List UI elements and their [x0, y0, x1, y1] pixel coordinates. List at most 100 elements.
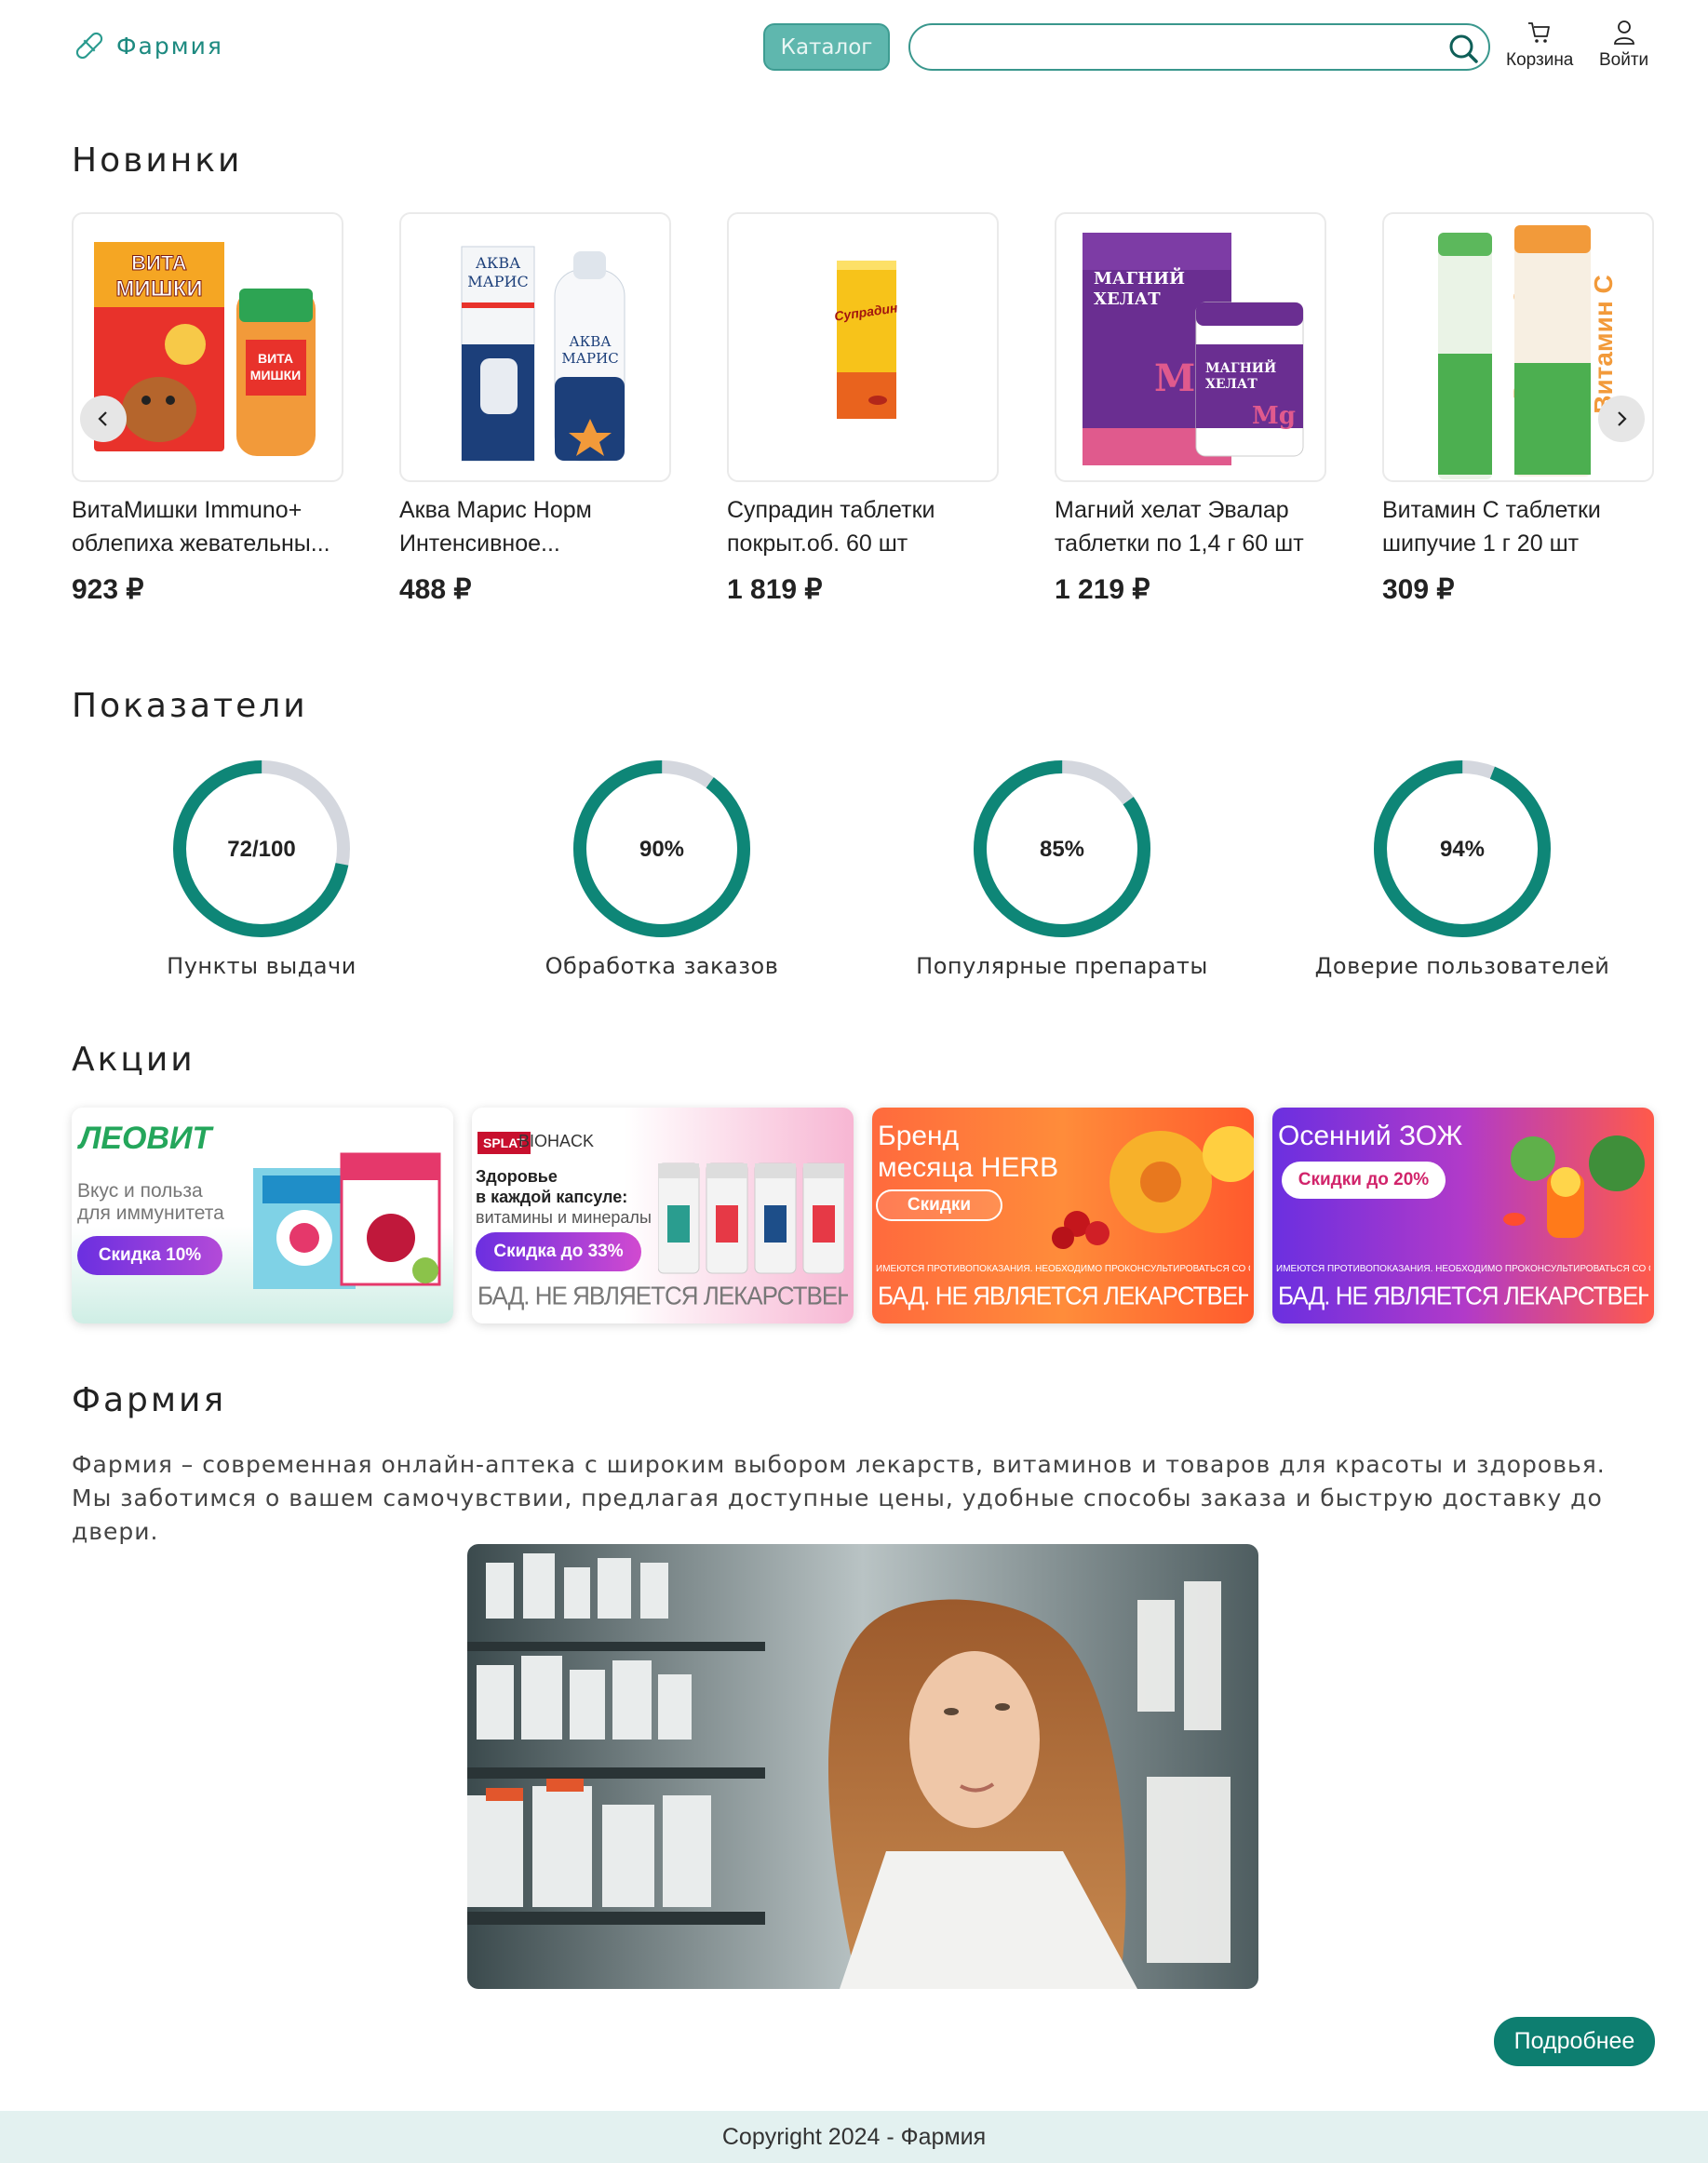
svg-text:МИШКИ: МИШКИ: [250, 368, 301, 383]
about-text: Фармия – современная онлайн-аптека с шир…: [72, 1451, 1606, 1545]
login-label: Войти: [1599, 50, 1649, 70]
chevron-left-icon: [98, 411, 107, 426]
promos-title: Акции: [72, 1041, 195, 1079]
svg-text:АКВА: АКВА: [476, 254, 520, 272]
user-icon: [1613, 20, 1634, 45]
progress-ring: 72/100: [173, 760, 350, 937]
promo-badge: Скидки до 20%: [1282, 1162, 1446, 1199]
stat-card: 90% Обработка заказов: [504, 756, 820, 979]
product-image[interactable]: ВИТА МИШКИ ВИТА МИШКИ: [72, 212, 343, 482]
product-name[interactable]: Аква Марис Норм Интенсивное...: [399, 493, 671, 560]
stat-value: 72/100: [227, 837, 295, 862]
promo-line: месяца HERB: [878, 1152, 1059, 1183]
search-input[interactable]: [929, 33, 1413, 62]
svg-text:МАГНИЙ: МАГНИЙ: [1094, 266, 1185, 289]
product-image[interactable]: АКВА МАРИС АКВА МАРИС: [399, 212, 671, 482]
promo-badge: Скидка до 33%: [476, 1232, 641, 1271]
product-price: 488 ₽: [399, 574, 472, 605]
product-name[interactable]: Супрадин таблетки покрыт.об. 60 шт: [727, 493, 999, 560]
stat-value: 85%: [1040, 837, 1084, 862]
promo-banner-zoj[interactable]: Осенний ЗОЖ Скидки до 20% ИМЕЮТСЯ ПРОТИВ…: [1272, 1108, 1654, 1323]
svg-text:Витамин С: Витамин С: [1589, 275, 1618, 414]
promo-banner-herb[interactable]: Бренд месяца HERB Скидки ИМЕЮТСЯ ПРОТИВО…: [872, 1108, 1254, 1323]
progress-ring: 90%: [573, 760, 750, 937]
promo-banner-biohack[interactable]: SPLAT BIOHACK Здоровье в каждой капсуле:…: [472, 1108, 854, 1323]
promo-disclaimer: БАД. НЕ ЯВЛЯЕТСЯ ЛЕКАРСТВЕННЫМ СРЕДСТВОМ: [1278, 1281, 1648, 1310]
promo-product-art: [658, 1162, 844, 1274]
svg-text:МАГНИЙ: МАГНИЙ: [1205, 358, 1276, 376]
promo-line: в каждой капсуле:: [476, 1188, 628, 1206]
search-bar: [908, 23, 1490, 71]
promo-line: Осенний ЗОЖ: [1278, 1121, 1463, 1151]
promo-brand: BIOHACK: [518, 1132, 595, 1150]
product-name[interactable]: ВитаМишки Immuno+ облепиха жевательны...: [72, 493, 343, 560]
svg-text:Mg: Mg: [1252, 402, 1296, 430]
promo-product-art: [253, 1152, 441, 1289]
product-name[interactable]: Магний хелат Эвалар таблетки по 1,4 г 60…: [1055, 493, 1326, 560]
product-card[interactable]: Супрадин Супрадин таблетки покрыт.об. 60…: [727, 212, 999, 606]
promo-line: Вкус и польза: [77, 1180, 203, 1202]
stats-title: Показатели: [72, 687, 308, 725]
stat-label: Пункты выдачи: [167, 953, 356, 979]
svg-text:АКВА: АКВА: [569, 333, 612, 350]
progress-ring: 94%: [1374, 760, 1551, 937]
product-image[interactable]: МАГНИЙ ХЕЛАТ Mg МАГНИЙ ХЕЛАТ Mg: [1055, 212, 1326, 482]
footer: Copyright 2024 - Фармия: [0, 2111, 1708, 2163]
about-title: Фармия: [72, 1381, 227, 1419]
product-price: 309 ₽: [1382, 574, 1455, 605]
carousel-prev-button[interactable]: [80, 396, 127, 442]
login-link[interactable]: Войти: [1599, 19, 1648, 71]
product-card[interactable]: АКВА МАРИС АКВА МАРИС Аква Марис Норм Ин…: [399, 212, 671, 606]
product-image[interactable]: Витамин С Витамин С: [1382, 212, 1654, 482]
promo-badge: Скидки: [876, 1189, 1002, 1221]
svg-text:МАРИС: МАРИС: [561, 350, 618, 367]
promo-line: Бренд: [878, 1121, 960, 1151]
product-price: 923 ₽: [72, 574, 144, 605]
promo-badge: Скидка 10%: [77, 1236, 222, 1275]
more-button[interactable]: Подробнее: [1494, 2017, 1655, 2066]
promo-line: витамины и минералы: [476, 1208, 652, 1227]
promo-warning: ИМЕЮТСЯ ПРОТИВОПОКАЗАНИЯ. НЕОБХОДИМО ПРО…: [876, 1264, 1250, 1274]
promo-disclaimer: БАД. НЕ ЯВЛЯЕТСЯ ЛЕКАРСТВЕННЫМ СРЕДСТВОМ: [477, 1281, 848, 1310]
promo-banner-leovit[interactable]: ЛЕОВИТ Вкус и польза для иммунитета Скид…: [72, 1108, 453, 1323]
promo-line: Здоровье: [476, 1167, 558, 1186]
progress-ring: 85%: [974, 760, 1150, 937]
carousel-next-button[interactable]: [1598, 396, 1645, 442]
stat-value: 94%: [1440, 837, 1485, 862]
cart-label: Корзина: [1506, 50, 1574, 70]
logo[interactable]: Фармия: [72, 28, 223, 63]
cart-link[interactable]: Корзина: [1506, 19, 1573, 71]
pill-logo-icon: [75, 32, 103, 60]
stat-value: 90%: [639, 837, 684, 862]
stat-card: 85% Популярные препараты: [904, 756, 1220, 979]
pharmacy-photo: [467, 1544, 1258, 1989]
chevron-right-icon: [1618, 411, 1627, 426]
promo-warning: ИМЕЮТСЯ ПРОТИВОПОКАЗАНИЯ. НЕОБХОДИМО ПРО…: [1276, 1264, 1650, 1274]
promo-disclaimer: БАД. НЕ ЯВЛЯЕТСЯ ЛЕКАРСТВЕННЫМ СРЕДСТВОМ: [878, 1281, 1248, 1310]
stat-label: Обработка заказов: [545, 953, 779, 979]
site-header: Фармия Каталог Корзина Войти: [0, 0, 1708, 93]
svg-text:МАРИС: МАРИС: [467, 273, 528, 290]
product-price: 1 819 ₽: [727, 574, 823, 605]
svg-text:ХЕЛАТ: ХЕЛАТ: [1094, 289, 1161, 309]
cart-icon: [1528, 22, 1551, 43]
stat-label: Популярные препараты: [916, 953, 1208, 979]
flower-art: [1052, 1126, 1254, 1249]
product-name[interactable]: Витамин С таблетки шипучие 1 г 20 шт: [1382, 493, 1654, 560]
svg-text:ВИТА: ВИТА: [258, 351, 293, 366]
product-price: 1 219 ₽: [1055, 574, 1150, 605]
catalog-button[interactable]: Каталог: [763, 23, 890, 71]
new-products-carousel: ВИТА МИШКИ ВИТА МИШКИ ВитаМишки Immuno+ …: [72, 212, 1654, 622]
stat-card: 94% Доверие пользователей: [1304, 756, 1621, 979]
promo-brand: ЛЕОВИТ: [79, 1121, 212, 1156]
logo-text: Фармия: [116, 32, 223, 60]
svg-text:ВИТА: ВИТА: [131, 251, 187, 275]
search-icon[interactable]: [1447, 33, 1479, 64]
veggies-art: [1503, 1135, 1645, 1238]
new-products-title: Новинки: [72, 141, 243, 180]
stat-card: 72/100 Пункты выдачи: [103, 756, 420, 979]
product-image[interactable]: Супрадин: [727, 212, 999, 482]
stat-label: Доверие пользователей: [1314, 953, 1610, 979]
svg-text:МИШКИ: МИШКИ: [115, 276, 202, 302]
product-card[interactable]: МАГНИЙ ХЕЛАТ Mg МАГНИЙ ХЕЛАТ Mg Магний х…: [1055, 212, 1326, 606]
